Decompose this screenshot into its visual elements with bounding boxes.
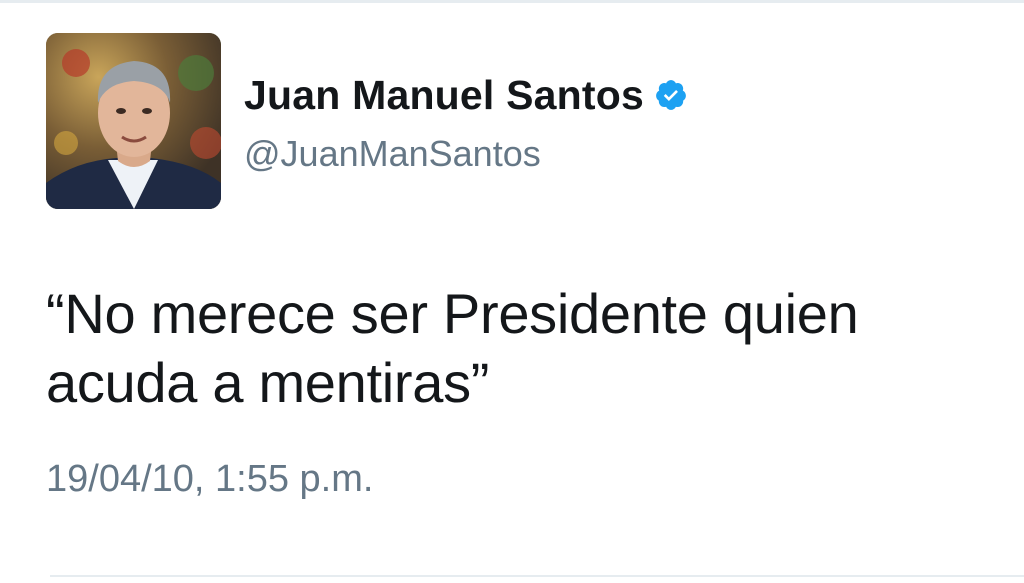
tweet-header: Juan Manuel Santos @JuanManSantos [46,33,1006,209]
avatar[interactable] [46,33,221,209]
tweet-text: “No merece ser Presidente quien acuda a … [46,282,859,415]
user-names: Juan Manuel Santos @JuanManSantos [244,72,688,175]
verified-badge-icon [654,78,688,112]
display-name[interactable]: Juan Manuel Santos [244,72,644,119]
tweet-card: Juan Manuel Santos @JuanManSantos “No me… [46,33,1006,501]
tweet-timestamp[interactable]: 19/04/10, 1:55 p.m. [46,458,1006,501]
name-row: Juan Manuel Santos [244,72,688,119]
avatar-portrait-image [46,33,221,209]
bottom-divider [50,575,1024,577]
top-divider [0,0,1024,3]
user-handle[interactable]: @JuanManSantos [244,133,688,174]
